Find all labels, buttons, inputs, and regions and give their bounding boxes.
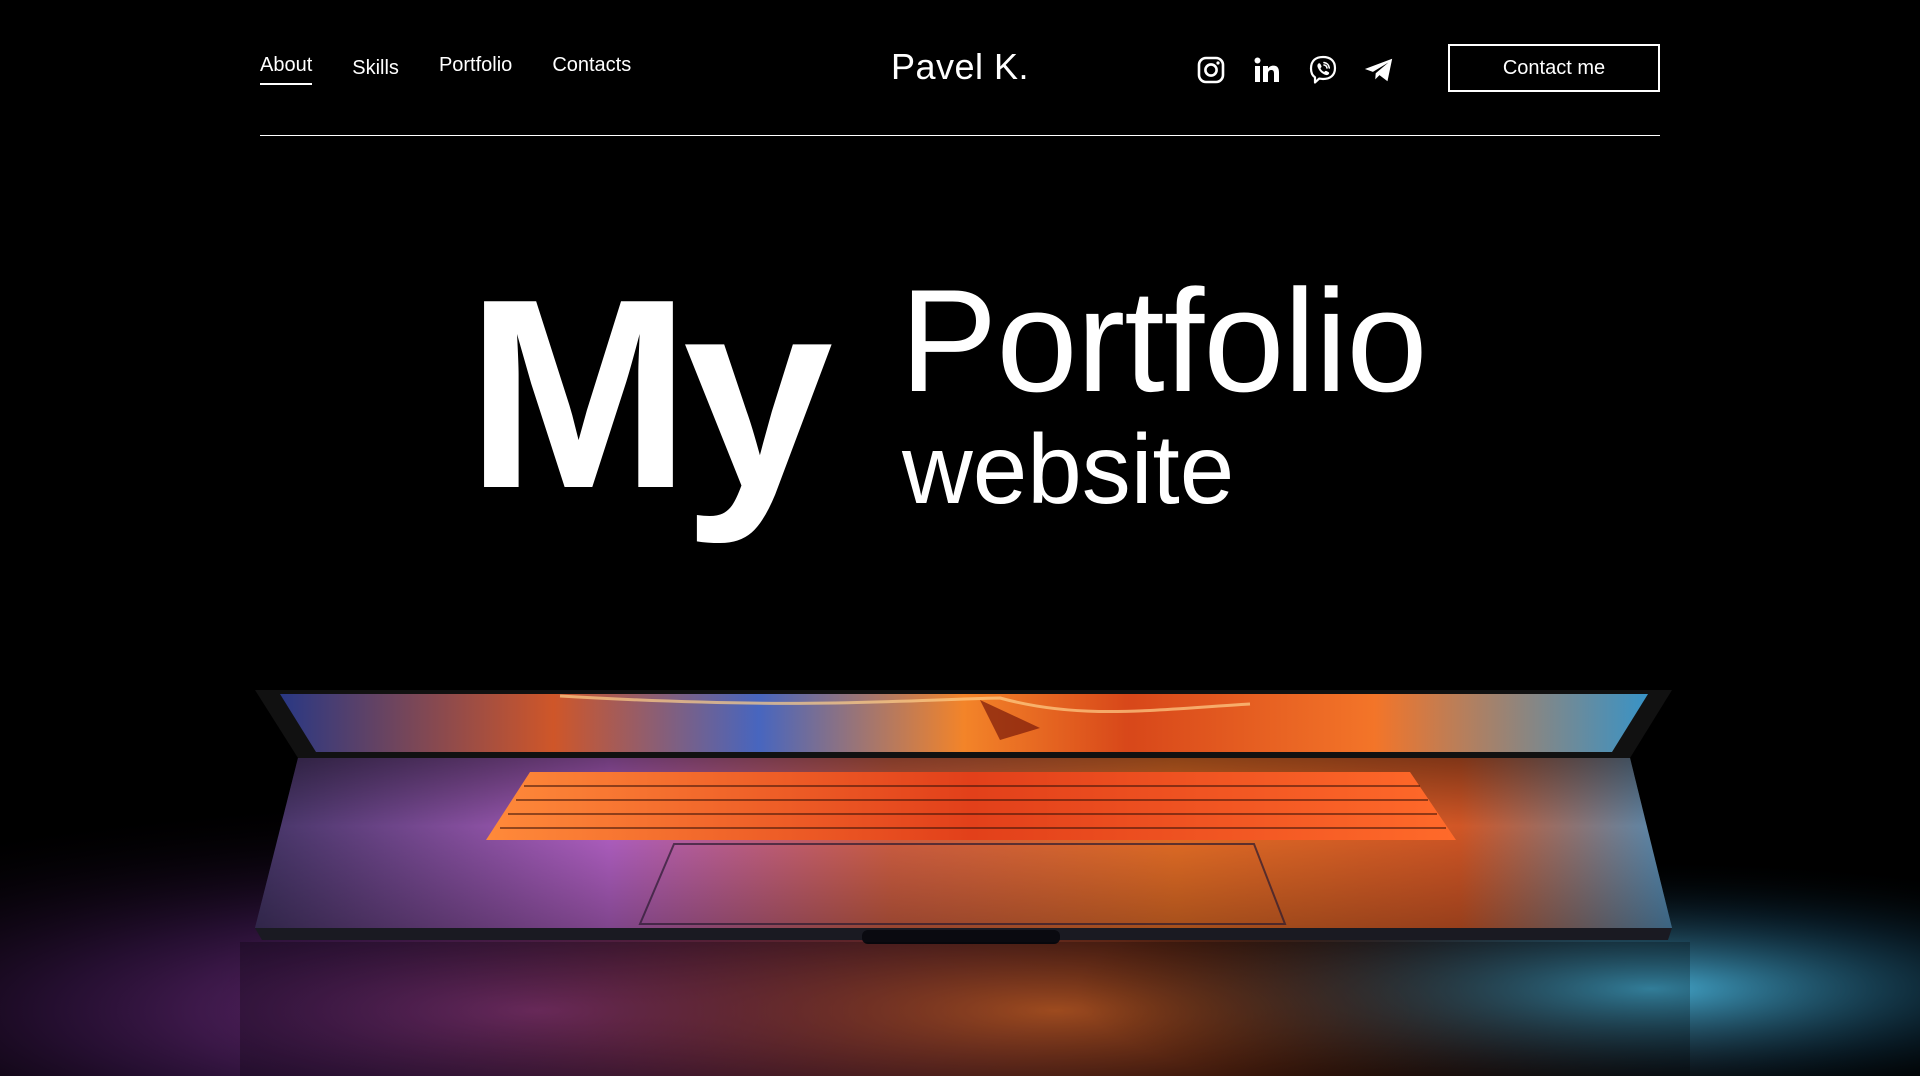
hero-word-portfolio: Portfolio xyxy=(900,259,1428,422)
brand-name[interactable]: Pavel K. xyxy=(891,46,1029,88)
nav-item-about[interactable]: About xyxy=(260,54,313,85)
nav-item-portfolio[interactable]: Portfolio xyxy=(439,54,512,85)
nav-item-skills[interactable]: Skills xyxy=(352,57,399,88)
hero-word-my: My xyxy=(466,244,833,545)
header-divider xyxy=(260,135,1660,136)
main-nav: About Skills Portfolio Contacts xyxy=(260,54,671,88)
social-links xyxy=(1195,54,1419,86)
viber-icon[interactable] xyxy=(1307,54,1339,86)
site-header: About Skills Portfolio Contacts Pavel K. xyxy=(260,40,1660,136)
linkedin-icon[interactable] xyxy=(1251,54,1283,86)
instagram-icon[interactable] xyxy=(1195,54,1227,86)
contact-me-button[interactable]: Contact me xyxy=(1448,44,1660,92)
telegram-icon[interactable] xyxy=(1363,54,1395,86)
landing-page: About Skills Portfolio Contacts Pavel K. xyxy=(0,0,1920,1076)
nav-item-contacts[interactable]: Contacts xyxy=(552,54,631,85)
laptop-image xyxy=(0,640,1920,1076)
hero-word-website: website xyxy=(902,414,1235,524)
